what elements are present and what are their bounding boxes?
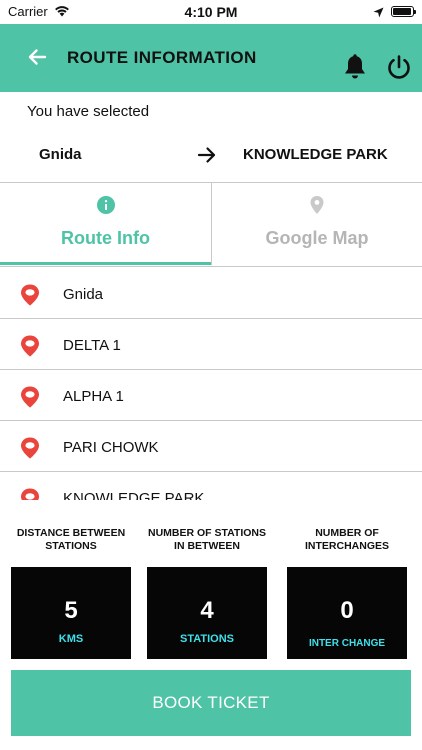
map-pin-icon <box>20 437 40 464</box>
map-pin-icon <box>20 284 40 311</box>
page-title: ROUTE INFORMATION <box>67 48 257 67</box>
station-name: Gnida <box>63 286 104 303</box>
tab-route-info-label: Route Info <box>61 228 150 248</box>
arrow-right-icon <box>196 144 218 171</box>
stat-value: 4 <box>200 597 214 624</box>
map-pin-icon <box>20 386 40 413</box>
power-icon[interactable] <box>386 54 412 85</box>
stat-label: DISTANCE BETWEEN STATIONS <box>16 527 126 552</box>
station-item[interactable]: ALPHA 1 <box>0 370 422 421</box>
info-icon <box>0 196 211 219</box>
station-item[interactable]: KNOWLEDGE PARK <box>0 472 422 500</box>
station-name: DELTA 1 <box>63 337 121 354</box>
station-item[interactable]: Gnida <box>0 268 422 319</box>
location-pin-icon <box>212 196 422 219</box>
status-bar: Carrier 4:10 PM <box>0 0 422 24</box>
stat-label: NUMBER OF INTERCHANGES <box>305 527 390 552</box>
station-name: KNOWLEDGE PARK <box>63 490 205 500</box>
selected-label: You have selected <box>27 103 150 120</box>
battery-icon <box>391 6 416 17</box>
stat-box: 0 INTER CHANGE <box>287 567 407 659</box>
stat-label: NUMBER OF STATIONS IN BETWEEN <box>147 527 267 552</box>
stat-unit: INTER CHANGE <box>308 638 386 649</box>
route-stats: DISTANCE BETWEEN STATIONS 5 KMS NUMBER O… <box>0 520 422 662</box>
route-summary: Gnida KNOWLEDGE PARK <box>0 140 422 172</box>
route-to: KNOWLEDGE PARK <box>243 146 388 163</box>
bell-icon[interactable] <box>343 54 367 85</box>
stat-unit: STATIONS <box>180 633 234 645</box>
stat-value: 5 <box>64 597 78 624</box>
stat-unit: KMS <box>58 633 84 645</box>
stat-box: 4 STATIONS <box>147 567 267 659</box>
clock: 4:10 PM <box>184 4 238 20</box>
book-ticket-button[interactable]: BOOK TICKET <box>11 670 411 736</box>
station-item[interactable]: PARI CHOWK <box>0 421 422 472</box>
stat-box: 5 KMS <box>11 567 131 659</box>
station-list: Gnida DELTA 1 ALPHA 1 PARI CHOWK KNOWLED… <box>0 268 422 500</box>
divider <box>0 266 422 267</box>
tab-google-map[interactable]: Google Map <box>211 183 422 265</box>
app-header: ROUTE INFORMATION <box>0 24 422 92</box>
station-item[interactable]: DELTA 1 <box>0 319 422 370</box>
map-pin-icon <box>20 488 40 500</box>
tab-google-map-label: Google Map <box>265 228 369 248</box>
back-arrow-icon[interactable] <box>26 46 48 73</box>
location-arrow-icon <box>373 5 384 23</box>
stat-value: 0 <box>340 597 354 624</box>
station-name: ALPHA 1 <box>63 388 124 405</box>
station-name: PARI CHOWK <box>63 439 159 456</box>
tab-bar: Route Info Google Map <box>0 183 422 265</box>
map-pin-icon <box>20 335 40 362</box>
active-tab-indicator <box>0 262 211 265</box>
tab-route-info[interactable]: Route Info <box>0 183 211 265</box>
route-from: Gnida <box>39 146 82 163</box>
